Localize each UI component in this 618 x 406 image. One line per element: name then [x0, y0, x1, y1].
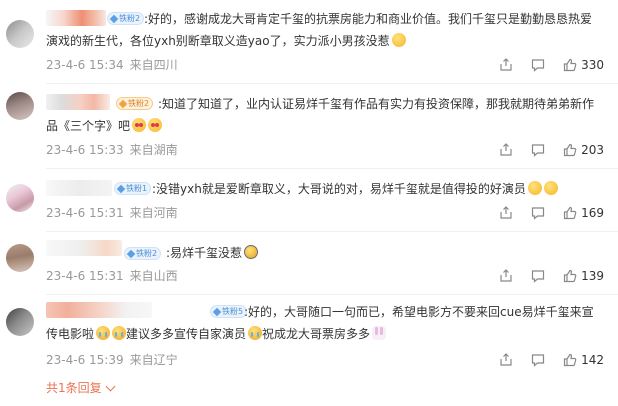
teary-emoji-icon — [112, 326, 127, 340]
doge-emoji-icon — [244, 245, 259, 259]
divider — [46, 168, 618, 169]
share-icon[interactable] — [499, 269, 513, 283]
comment-body: :易烊千玺没惹 — [166, 246, 243, 260]
teary-emoji-icon — [248, 326, 263, 340]
comment-meta: 23-4-6 15:34 来自四川 — [46, 57, 178, 73]
comment-actions: 203 — [481, 142, 604, 158]
comment-body: :好的，感谢成龙大哥肯定千玺的抗票房能力和商业价值。我们千玺只是勤勤恳恳热爱演戏… — [46, 12, 593, 48]
comment-location: 来自湖南 — [129, 143, 178, 157]
avatar[interactable] — [6, 92, 34, 120]
comment-icon[interactable] — [531, 206, 545, 220]
comment-body: :知道了知道了，业内认证易烊千玺有作品有实力有投资保障，那我就期待弟弟新作品《三… — [46, 97, 595, 133]
comment-meta: 23-4-6 15:31 来自河南 — [46, 205, 178, 221]
heart-eyes-emoji-icon — [148, 118, 163, 132]
comment-meta: 23-4-6 15:33 来自湖南 — [46, 142, 178, 158]
comment-date: 23-4-6 15:34 — [46, 58, 124, 72]
like-count: 139 — [581, 269, 604, 283]
heart-eyes-emoji-icon — [132, 118, 147, 132]
share-icon[interactable] — [499, 206, 513, 220]
comment-body-part3: 祝成龙大哥票房多多 — [262, 327, 371, 341]
like-icon[interactable] — [563, 269, 577, 283]
comment-icon[interactable] — [531, 353, 545, 367]
comment-date: 23-4-6 15:33 — [46, 143, 124, 157]
like-count: 203 — [581, 143, 604, 157]
comment-icon[interactable] — [531, 58, 545, 72]
comment-text: :好的，感谢成龙大哥肯定千玺的抗票房能力和商业价值。我们千玺只是勤勤恳恳热爱演戏… — [46, 8, 602, 52]
comment-actions: 142 — [481, 352, 604, 368]
comment-actions: 330 — [481, 57, 604, 73]
share-icon[interactable] — [499, 353, 513, 367]
avatar[interactable] — [6, 244, 34, 272]
smile-emoji-icon — [391, 33, 406, 47]
comment-icon[interactable] — [531, 269, 545, 283]
teary-emoji-icon — [96, 326, 111, 340]
comment-location: 来自四川 — [129, 58, 178, 72]
like-count: 330 — [581, 58, 604, 72]
comment-location: 来自辽宁 — [129, 353, 178, 367]
divider — [46, 231, 618, 232]
comment-date: 23-4-6 15:31 — [46, 269, 124, 283]
like-count: 169 — [581, 206, 604, 220]
avatar[interactable] — [6, 308, 34, 336]
comment-date: 23-4-6 15:39 — [46, 353, 124, 367]
comment-location: 来自山西 — [129, 269, 178, 283]
rabbit-emoji-icon — [372, 326, 387, 340]
comment-meta: 23-4-6 15:31 来自山西 — [46, 268, 178, 284]
chevron-down-icon — [105, 381, 116, 391]
view-replies-link[interactable]: 共1条回复 — [46, 380, 116, 396]
comment-date: 23-4-6 15:31 — [46, 206, 124, 220]
comment-actions: 139 — [481, 268, 604, 284]
avatar[interactable] — [6, 184, 34, 212]
like-icon[interactable] — [563, 353, 577, 367]
divider — [46, 83, 618, 84]
comment-location: 来自河南 — [129, 206, 178, 220]
like-count: 142 — [581, 353, 604, 367]
comment-actions: 169 — [481, 205, 604, 221]
share-icon[interactable] — [499, 58, 513, 72]
comment-text: :没错yxh就是爱断章取义，大哥说的对，易烊千玺就是值得投的好演员 — [46, 178, 602, 200]
thumbs-up-emoji-icon — [527, 181, 542, 195]
like-icon[interactable] — [563, 58, 577, 72]
comment-meta: 23-4-6 15:39 来自辽宁 — [46, 352, 178, 368]
divider — [46, 294, 618, 295]
comment-body-part2: 建议多多宣传自家演员 — [126, 327, 247, 341]
share-icon[interactable] — [499, 143, 513, 157]
comment-icon[interactable] — [531, 143, 545, 157]
comment-body: :没错yxh就是爱断章取义，大哥说的对，易烊千玺就是值得投的好演员 — [152, 182, 526, 196]
thumbs-up-emoji-icon — [543, 181, 558, 195]
reply-summary-text: 共1条回复 — [46, 381, 102, 395]
comment-text: :知道了知道了，业内认证易烊千玺有作品有实力有投资保障，那我就期待弟弟新作品《三… — [46, 93, 602, 137]
like-icon[interactable] — [563, 143, 577, 157]
comment-text: :易烊千玺没惹 — [46, 242, 602, 264]
avatar[interactable] — [6, 20, 34, 48]
comment-text: :好的，大哥随口一句而已，希望电影方不要来回cue易烊千玺来宣传电影啦 建议多多宣… — [46, 301, 602, 345]
like-icon[interactable] — [563, 206, 577, 220]
